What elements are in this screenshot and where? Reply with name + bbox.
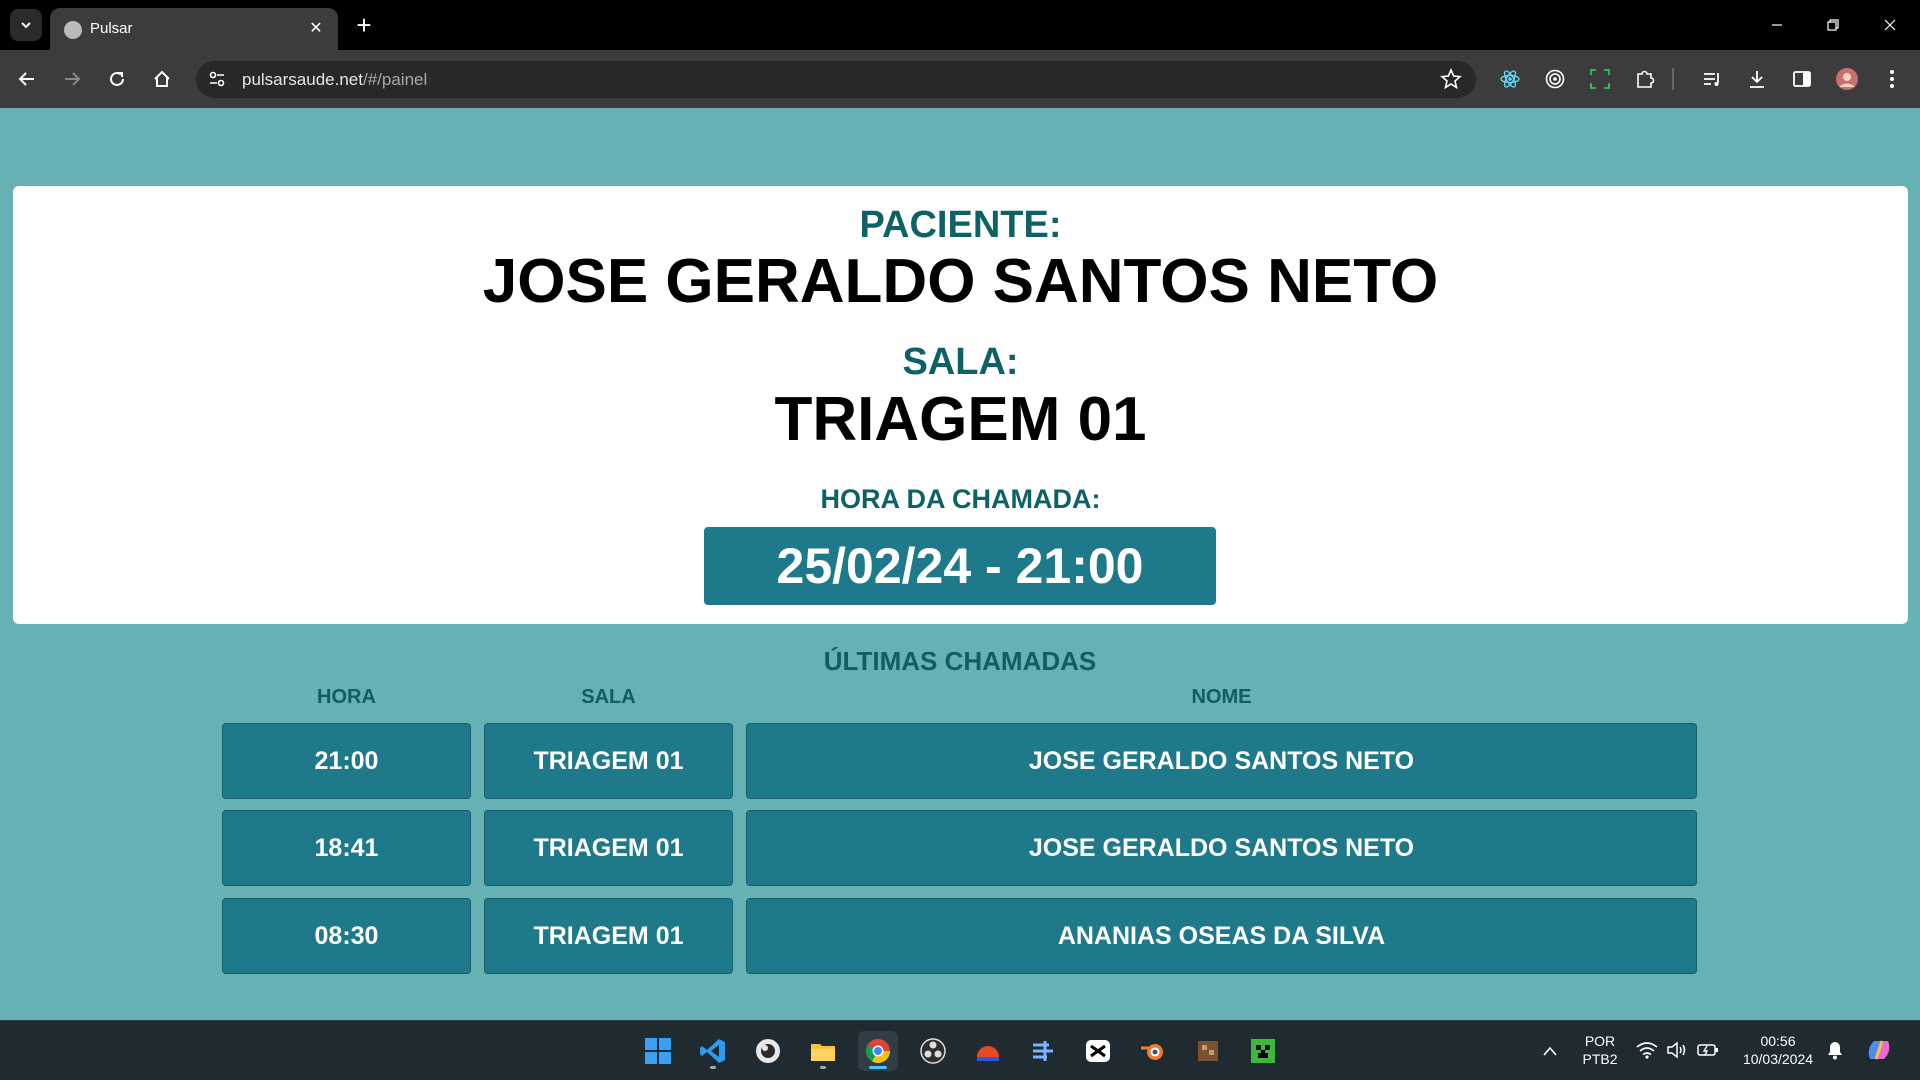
language-line1: POR <box>1584 1033 1616 1049</box>
new-tab-button[interactable]: + <box>350 12 378 40</box>
url-path: /#/painel <box>362 70 428 89</box>
blender-icon[interactable] <box>1133 1031 1173 1071</box>
wifi-icon[interactable] <box>1636 1041 1658 1063</box>
language-indicator[interactable]: POR PTB2 <box>1576 1032 1624 1068</box>
close-icon[interactable]: ✕ <box>304 16 328 40</box>
screenshot-extension-icon[interactable] <box>1587 66 1613 92</box>
reload-icon <box>110 71 124 86</box>
capcut-icon[interactable] <box>1078 1031 1118 1071</box>
url-host: pulsarsaude.net <box>242 70 363 89</box>
taskbar: POR PTB2 00:56 10/03/2024 <box>0 1020 1920 1080</box>
address-bar[interactable]: pulsarsaude.net/#/painel <box>196 61 1476 98</box>
media-queue-icon[interactable] <box>1699 66 1725 92</box>
history-cell-hora: 18:41 <box>222 810 471 886</box>
running-indicator <box>820 1066 826 1069</box>
close-icon <box>1884 19 1896 31</box>
arrow-left-icon <box>18 72 34 86</box>
copilot-icon[interactable] <box>1864 1035 1894 1069</box>
windows-start-icon[interactable] <box>638 1031 678 1071</box>
history-header-sala: SALA <box>581 686 636 708</box>
history-cell-sala: TRIAGEM 01 <box>484 810 733 886</box>
react-devtools-icon[interactable] <box>1497 66 1523 92</box>
reload-button[interactable] <box>102 64 132 94</box>
sala-value: TRIAGEM 01 <box>774 385 1147 454</box>
chevron-down-icon <box>21 22 31 29</box>
hora-value: 25/02/24 - 21:00 <box>704 527 1216 605</box>
browser-tab[interactable]: Pulsar ✕ <box>50 8 338 50</box>
tab-title: Pulsar <box>90 20 133 37</box>
arrow-right-icon <box>65 72 81 86</box>
minimize-button[interactable] <box>1757 10 1797 40</box>
site-info-icon[interactable] <box>208 70 226 88</box>
app-icon-8[interactable] <box>1023 1031 1063 1071</box>
current-call-panel: PACIENTE: JOSE GERALDO SANTOS NETO SALA:… <box>13 186 1908 624</box>
minecraft-icon[interactable] <box>1243 1031 1283 1071</box>
clock-date: 10/03/2024 <box>1742 1051 1814 1067</box>
url-text: pulsarsaude.net/#/painel <box>242 70 427 90</box>
globe-icon <box>64 21 82 39</box>
history-cell-nome: JOSE GERALDO SANTOS NETO <box>746 723 1697 799</box>
history-cell-nome: JOSE GERALDO SANTOS NETO <box>746 810 1697 886</box>
history-cell-hora: 21:00 <box>222 723 471 799</box>
history-cell-nome: ANANIAS OSEAS DA SILVA <box>746 898 1697 974</box>
restore-icon <box>1827 19 1839 31</box>
minimize-icon <box>1772 24 1782 26</box>
obs-icon[interactable] <box>913 1031 953 1071</box>
history-cell-sala: TRIAGEM 01 <box>484 723 733 799</box>
restore-button[interactable] <box>1813 10 1853 40</box>
history-header-nome: NOME <box>1191 686 1252 708</box>
file-explorer-icon[interactable] <box>803 1031 843 1071</box>
volume-icon[interactable] <box>1666 1041 1688 1063</box>
target-extension-icon[interactable] <box>1542 66 1568 92</box>
history-title: ÚLTIMAS CHAMADAS <box>823 646 1097 676</box>
forward-button[interactable] <box>57 64 87 94</box>
history-cell-sala: TRIAGEM 01 <box>484 898 733 974</box>
clock-time: 00:56 <box>1760 1033 1796 1049</box>
running-indicator <box>710 1066 716 1069</box>
paciente-label: PACIENTE: <box>859 204 1062 246</box>
sala-label: SALA: <box>902 341 1019 383</box>
history-header-hora: HORA <box>317 686 376 708</box>
home-button[interactable] <box>147 64 177 94</box>
vscode-icon[interactable] <box>693 1031 733 1071</box>
history-cell-hora: 08:30 <box>222 898 471 974</box>
tab-search-button[interactable] <box>10 9 42 41</box>
running-indicator <box>869 1066 887 1069</box>
bookmark-star-icon[interactable] <box>1440 68 1462 90</box>
download-icon[interactable] <box>1744 66 1770 92</box>
browser-toolbar: pulsarsaude.net/#/painel <box>0 50 1920 108</box>
toolbar-divider <box>1672 68 1674 90</box>
tray-overflow-icon[interactable] <box>1542 1043 1558 1061</box>
battery-icon[interactable] <box>1696 1041 1720 1063</box>
close-window-button[interactable] <box>1870 10 1910 40</box>
clock[interactable]: 00:56 10/03/2024 <box>1736 1032 1820 1068</box>
notification-bell-icon[interactable] <box>1826 1040 1844 1064</box>
menu-kebab-icon[interactable] <box>1879 66 1905 92</box>
profile-avatar[interactable] <box>1834 66 1860 92</box>
app-icon-7[interactable] <box>968 1031 1008 1071</box>
app-icon-11[interactable] <box>1188 1031 1228 1071</box>
chrome-icon[interactable] <box>858 1031 898 1071</box>
side-panel-icon[interactable] <box>1789 66 1815 92</box>
extensions-puzzle-icon[interactable] <box>1632 66 1658 92</box>
paciente-name: JOSE GERALDO SANTOS NETO <box>482 247 1439 316</box>
browser-tab-bar: Pulsar ✕ + <box>0 0 1920 50</box>
hora-label: HORA DA CHAMADA: <box>820 484 1101 514</box>
home-icon <box>154 70 170 87</box>
app-icon-3[interactable] <box>748 1031 788 1071</box>
language-line2: PTB2 <box>1582 1051 1618 1067</box>
back-button[interactable] <box>12 64 42 94</box>
